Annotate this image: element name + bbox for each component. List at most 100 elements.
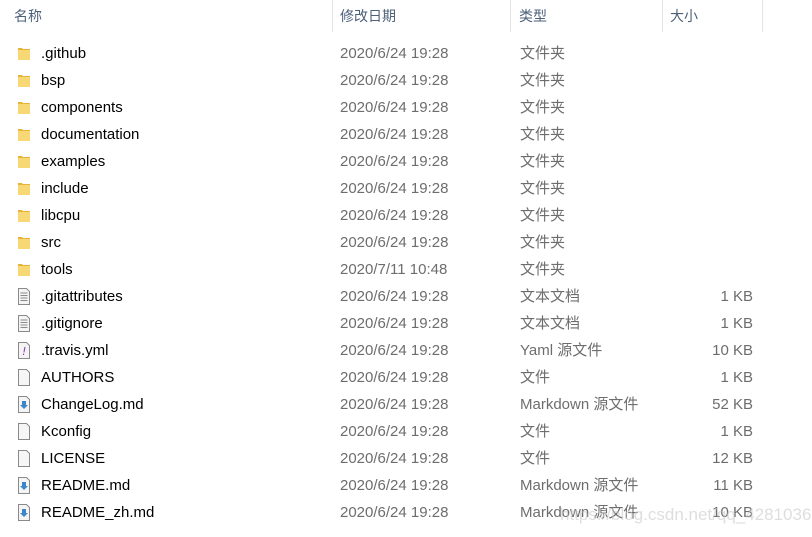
folder-icon [17, 261, 31, 278]
file-size: 1 KB [720, 369, 753, 386]
column-divider[interactable] [762, 0, 763, 32]
file-date: 2020/6/24 19:28 [340, 450, 449, 467]
file-name[interactable]: .github [41, 40, 86, 67]
sort-ascending-icon: ^ [164, 0, 169, 5]
file-date: 2020/6/24 19:28 [340, 342, 449, 359]
column-header-date[interactable]: 修改日期 [340, 0, 396, 32]
file-date: 2020/6/24 19:28 [340, 369, 449, 386]
file-type: 文件夹 [520, 234, 566, 251]
watermark: https://blog.csdn.net/qq_42810361 [560, 505, 812, 524]
file-row[interactable]: AUTHORS 2020/6/24 19:28 文件 1 KB [0, 364, 812, 391]
file-name[interactable]: .travis.yml [41, 337, 109, 364]
file-size: 10 KB [712, 342, 753, 359]
column-divider[interactable] [510, 0, 511, 32]
file-row[interactable]: .gitignore 2020/6/24 19:28 文本文档 1 KB [0, 310, 812, 337]
file-row[interactable]: .gitattributes 2020/6/24 19:28 文本文档 1 KB [0, 283, 812, 310]
file-size: 12 KB [712, 450, 753, 467]
file-date: 2020/6/24 19:28 [340, 477, 449, 494]
file-date: 2020/6/24 19:28 [340, 423, 449, 440]
file-type: 文件 [520, 423, 551, 440]
file-name[interactable]: src [41, 229, 61, 256]
file-date: 2020/6/24 19:28 [340, 315, 449, 332]
file-date: 2020/6/24 19:28 [340, 504, 449, 521]
file-type: 文本文档 [520, 288, 581, 305]
column-header-name[interactable]: 名称 [14, 0, 42, 32]
file-row[interactable]: tools 2020/7/11 10:48 文件夹 [0, 256, 812, 283]
column-header-size[interactable]: 大小 [670, 0, 698, 32]
file-date: 2020/6/24 19:28 [340, 99, 449, 116]
markdown-file-icon [17, 504, 31, 521]
file-type: Yaml 源文件 [520, 342, 603, 359]
file-date: 2020/6/24 19:28 [340, 288, 449, 305]
file-row[interactable]: documentation 2020/6/24 19:28 文件夹 [0, 121, 812, 148]
file-type: 文件夹 [520, 207, 566, 224]
file-row[interactable]: bsp 2020/6/24 19:28 文件夹 [0, 67, 812, 94]
column-header-row: ^ 名称 修改日期 类型 大小 [0, 0, 812, 32]
file-name[interactable]: include [41, 175, 89, 202]
file-type: 文件夹 [520, 180, 566, 197]
yaml-file-icon: ! [17, 342, 31, 359]
file-name[interactable]: components [41, 94, 123, 121]
file-row[interactable]: include 2020/6/24 19:28 文件夹 [0, 175, 812, 202]
folder-icon [17, 207, 31, 224]
file-row[interactable]: .github 2020/6/24 19:28 文件夹 [0, 40, 812, 67]
file-type: 文件夹 [520, 45, 566, 62]
file-type: 文件 [520, 450, 551, 467]
file-type: Markdown 源文件 [520, 477, 639, 494]
blank-file-icon [17, 423, 31, 440]
file-name[interactable]: .gitignore [41, 310, 103, 337]
file-name[interactable]: documentation [41, 121, 139, 148]
file-size: 1 KB [720, 288, 753, 305]
folder-icon [17, 126, 31, 143]
file-name[interactable]: README.md [41, 472, 130, 499]
file-name[interactable]: ChangeLog.md [41, 391, 144, 418]
file-name[interactable]: Kconfig [41, 418, 91, 445]
file-name[interactable]: tools [41, 256, 73, 283]
file-type: 文本文档 [520, 315, 581, 332]
file-date: 2020/6/24 19:28 [340, 180, 449, 197]
file-name[interactable]: bsp [41, 67, 65, 94]
file-date: 2020/6/24 19:28 [340, 126, 449, 143]
folder-icon [17, 45, 31, 62]
file-name[interactable]: examples [41, 148, 105, 175]
file-size: 11 KB [713, 477, 753, 494]
file-row[interactable]: README.md 2020/6/24 19:28 Markdown 源文件 11 K… [0, 472, 812, 499]
file-row[interactable]: libcpu 2020/6/24 19:28 文件夹 [0, 202, 812, 229]
blank-file-icon [17, 369, 31, 386]
file-type: 文件夹 [520, 261, 566, 278]
file-row[interactable]: ! .travis.yml 2020/6/24 19:28 Yaml 源文件 10 KB [0, 337, 812, 364]
markdown-file-icon [17, 396, 31, 413]
file-type: 文件 [520, 369, 551, 386]
file-row[interactable]: components 2020/6/24 19:28 文件夹 [0, 94, 812, 121]
file-date: 2020/6/24 19:28 [340, 234, 449, 251]
file-type: 文件夹 [520, 99, 566, 116]
folder-icon [17, 180, 31, 197]
file-row[interactable]: LICENSE 2020/6/24 19:28 文件 12 KB [0, 445, 812, 472]
column-header-type[interactable]: 类型 [519, 0, 547, 32]
file-row[interactable]: examples 2020/6/24 19:28 文件夹 [0, 148, 812, 175]
file-date: 2020/6/24 19:28 [340, 396, 449, 413]
text-file-icon [17, 288, 31, 305]
file-name[interactable]: LICENSE [41, 445, 105, 472]
file-size: 1 KB [720, 423, 753, 440]
file-name[interactable]: libcpu [41, 202, 80, 229]
file-name[interactable]: AUTHORS [41, 364, 114, 391]
folder-icon [17, 153, 31, 170]
markdown-file-icon [17, 477, 31, 494]
column-divider[interactable] [332, 0, 333, 32]
file-date: 2020/6/24 19:28 [340, 72, 449, 89]
file-name[interactable]: README_zh.md [41, 499, 154, 526]
file-type: 文件夹 [520, 153, 566, 170]
folder-icon [17, 99, 31, 116]
blank-file-icon [17, 450, 31, 467]
file-name[interactable]: .gitattributes [41, 283, 123, 310]
column-divider[interactable] [662, 0, 663, 32]
file-date: 2020/6/24 19:28 [340, 45, 449, 62]
file-row[interactable]: Kconfig 2020/6/24 19:28 文件 1 KB [0, 418, 812, 445]
file-row[interactable]: src 2020/6/24 19:28 文件夹 [0, 229, 812, 256]
svg-text:!: ! [22, 345, 26, 358]
file-row[interactable]: ChangeLog.md 2020/6/24 19:28 Markdown 源文件 5… [0, 391, 812, 418]
file-date: 2020/7/11 10:48 [340, 261, 448, 278]
text-file-icon [17, 315, 31, 332]
file-type: 文件夹 [520, 126, 566, 143]
